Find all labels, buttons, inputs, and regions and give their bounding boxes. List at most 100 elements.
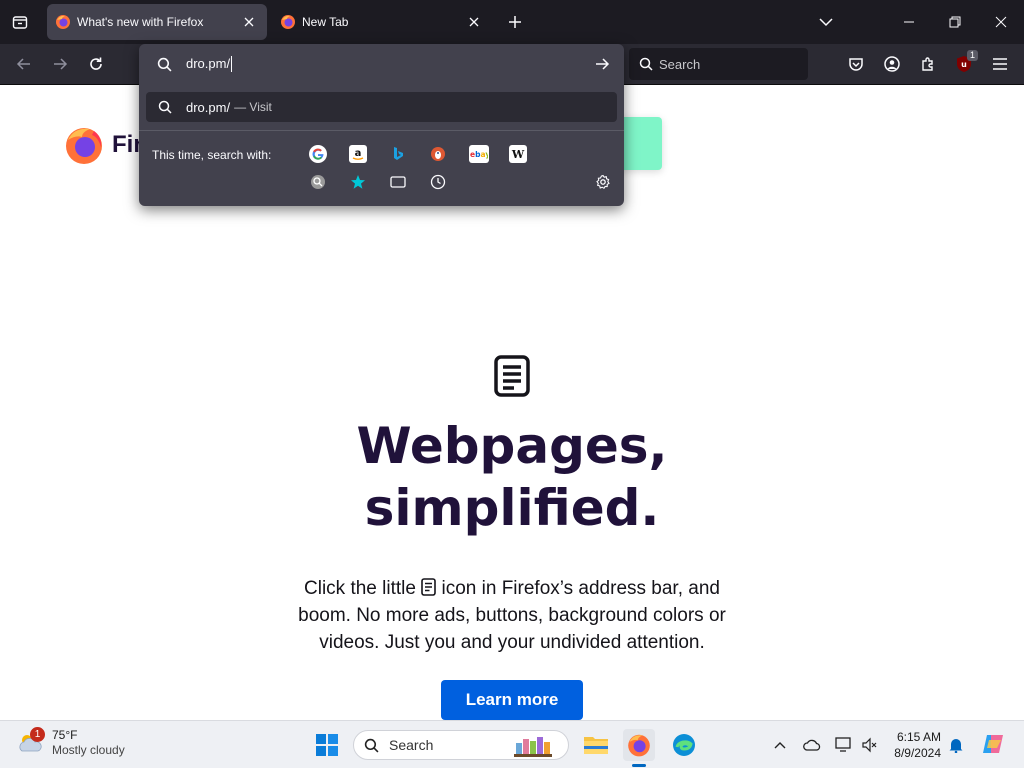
weather-widget[interactable]: 1 75°F Mostly cloudy xyxy=(16,727,125,758)
headline-line1: Webpages, xyxy=(356,417,668,475)
plus-icon xyxy=(509,16,521,28)
search-with-label: This time, search with: xyxy=(152,148,272,162)
pocket-icon xyxy=(849,58,863,71)
forward-button[interactable] xyxy=(46,50,74,78)
minimize-button[interactable] xyxy=(895,8,923,36)
search-engine-button[interactable] xyxy=(309,173,327,191)
page-description: Click the little icon in Firefox’s addre… xyxy=(282,575,742,656)
close-icon xyxy=(995,16,1007,28)
go-button[interactable] xyxy=(590,52,614,76)
url-text: dro.pm/ xyxy=(186,55,231,71)
notifications-button[interactable] xyxy=(946,735,966,755)
amazon-icon: a xyxy=(352,148,364,160)
search-icon xyxy=(157,57,172,71)
close-icon xyxy=(469,17,479,27)
suggestion-action: — Visit xyxy=(234,100,272,114)
page-headline: Webpages, simplified. xyxy=(212,415,812,539)
tab-new-tab[interactable]: New Tab xyxy=(272,4,492,40)
svg-text:u: u xyxy=(961,60,967,69)
speaker-muted-icon xyxy=(862,737,877,753)
puzzle-icon xyxy=(922,57,933,71)
new-tab-button[interactable] xyxy=(503,10,527,34)
weather-badge: 1 xyxy=(30,727,45,742)
bookmarks-button[interactable] xyxy=(349,173,367,191)
history-button[interactable] xyxy=(429,173,447,191)
onedrive-button[interactable] xyxy=(802,735,822,755)
url-input[interactable]: dro.pm/ xyxy=(139,44,624,84)
minimize-icon xyxy=(904,21,914,23)
urlbar-popup: dro.pm/ dro.pm/ — Visit This time, searc… xyxy=(139,44,624,206)
display-button[interactable] xyxy=(834,735,854,755)
monitor-icon xyxy=(835,737,851,752)
gear-icon xyxy=(596,174,610,190)
tabs-button[interactable] xyxy=(389,173,407,191)
start-button[interactable] xyxy=(311,729,343,761)
cloud-icon xyxy=(803,739,821,751)
bing-icon xyxy=(394,147,403,160)
weather-text: 75°F Mostly cloudy xyxy=(52,728,125,758)
system-clock[interactable]: 6:15 AM 8/9/2024 xyxy=(885,729,941,761)
star-icon xyxy=(351,175,365,189)
volume-button[interactable] xyxy=(860,735,880,755)
file-explorer-button[interactable] xyxy=(580,729,612,761)
active-app-indicator xyxy=(632,764,646,767)
search-icon xyxy=(158,100,172,114)
windows-taskbar: 1 75°F Mostly cloudy Search 6:15 AM 8/9/… xyxy=(0,720,1024,768)
svg-text:W: W xyxy=(511,148,525,161)
taskbar-search[interactable]: Search xyxy=(353,730,569,760)
copilot-button[interactable] xyxy=(980,731,1006,757)
extensions-button[interactable] xyxy=(914,50,942,78)
extension-badge: 1 xyxy=(966,50,978,61)
edge-icon xyxy=(673,734,695,756)
back-button[interactable] xyxy=(10,50,38,78)
google-engine-button[interactable] xyxy=(309,145,327,163)
description-part1: Click the little xyxy=(304,578,416,599)
magnifier-engine-icon xyxy=(311,175,325,189)
reload-button[interactable] xyxy=(82,50,110,78)
chevron-up-icon xyxy=(774,742,786,749)
reader-view-icon xyxy=(421,578,437,596)
restore-button[interactable] xyxy=(941,8,969,36)
app-menu-button[interactable] xyxy=(986,50,1014,78)
copilot-icon xyxy=(983,735,1003,753)
search-settings-button[interactable] xyxy=(594,173,612,191)
firefox-view-button[interactable] xyxy=(6,8,34,36)
ublock-button[interactable]: u 1 xyxy=(950,50,978,78)
weather-temp: 75°F xyxy=(52,728,78,742)
url-input-value[interactable]: dro.pm/ xyxy=(186,55,233,73)
account-button[interactable] xyxy=(878,50,906,78)
clock-date: 8/9/2024 xyxy=(894,746,941,760)
firefox-taskbar-button[interactable] xyxy=(623,729,655,761)
show-hidden-icons-button[interactable] xyxy=(770,735,790,755)
toolbar-search-box[interactable]: Search xyxy=(629,48,808,80)
close-tab-button[interactable] xyxy=(239,12,259,32)
amazon-engine-button[interactable]: a xyxy=(349,145,367,163)
firefox-icon xyxy=(628,734,650,757)
edge-taskbar-button[interactable] xyxy=(668,729,700,761)
reader-view-icon xyxy=(494,355,530,397)
search-icon xyxy=(364,738,379,752)
close-window-button[interactable] xyxy=(987,8,1015,36)
close-icon xyxy=(244,17,254,27)
bing-engine-button[interactable] xyxy=(389,145,407,163)
duckduckgo-icon xyxy=(431,147,445,161)
wikipedia-engine-button[interactable]: W xyxy=(509,145,527,163)
clock-icon xyxy=(430,174,446,190)
reload-icon xyxy=(90,57,102,70)
windows-logo-icon xyxy=(316,734,338,756)
pocket-button[interactable] xyxy=(842,50,870,78)
list-all-tabs-button[interactable] xyxy=(812,8,840,36)
headline-line2: simplified. xyxy=(364,479,660,537)
firefox-view-icon xyxy=(12,16,28,29)
tab-whats-new[interactable]: What's new with Firefox xyxy=(47,4,267,40)
ebay-engine-button[interactable]: ebay xyxy=(469,145,489,163)
bell-icon xyxy=(949,739,963,753)
url-suggestion-row[interactable]: dro.pm/ — Visit xyxy=(146,92,617,122)
weather-desc: Mostly cloudy xyxy=(52,743,125,757)
account-icon xyxy=(884,56,900,72)
learn-more-button[interactable]: Learn more xyxy=(441,680,583,720)
taskbar-search-label: Search xyxy=(389,737,434,753)
firefox-icon xyxy=(56,15,70,29)
close-tab-button[interactable] xyxy=(464,12,484,32)
duckduckgo-engine-button[interactable] xyxy=(429,145,447,163)
